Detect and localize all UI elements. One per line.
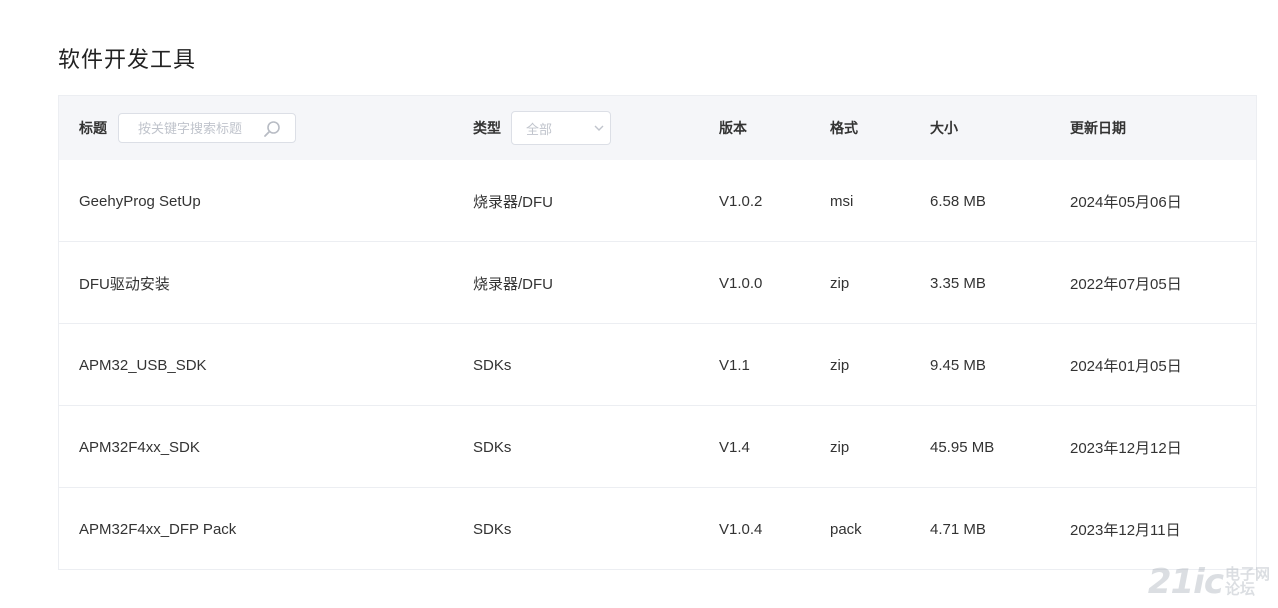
- row-version: V1.1: [719, 356, 750, 374]
- type-filter-select[interactable]: 全部: [511, 111, 611, 145]
- header-version: 版本: [719, 120, 747, 136]
- row-size: 4.71 MB: [930, 520, 986, 538]
- row-title[interactable]: DFU驱动安装: [79, 242, 170, 324]
- row-size: 3.35 MB: [930, 274, 986, 292]
- table-header: 标题 类型 全部 版本 格式 大小 更新日期: [59, 96, 1256, 160]
- watermark-logo: 21ic: [1147, 562, 1224, 602]
- row-type: SDKs: [473, 520, 512, 538]
- row-date: 2023年12月11日: [1070, 521, 1181, 539]
- row-type: 烧录器/DFU: [473, 193, 553, 211]
- row-date: 2024年05月06日: [1070, 193, 1182, 211]
- row-version: V1.0.4: [719, 520, 763, 538]
- watermark-text: 电子网 论坛: [1225, 567, 1270, 597]
- row-version: V1.0.0: [719, 274, 763, 292]
- row-format: zip: [830, 438, 850, 456]
- row-date: 2023年12月12日: [1070, 439, 1182, 457]
- watermark: 21ic 电子网 论坛: [1148, 562, 1270, 602]
- page-title: 软件开发工具: [58, 47, 197, 72]
- header-type-cell: 类型 全部: [473, 96, 611, 160]
- row-format: zip: [830, 356, 850, 374]
- search-box: [118, 113, 296, 143]
- chevron-down-icon: [594, 125, 604, 131]
- row-title[interactable]: APM32F4xx_DFP Pack: [79, 488, 236, 570]
- row-title[interactable]: APM32_USB_SDK: [79, 324, 207, 406]
- table-body: GeehyProg SetUp 烧录器/DFU V1.0.2 msi 6.58 …: [59, 160, 1256, 570]
- search-icon[interactable]: [263, 120, 281, 138]
- row-size: 9.45 MB: [930, 356, 986, 374]
- row-format: zip: [830, 274, 850, 292]
- row-format: msi: [830, 192, 854, 210]
- row-size: 6.58 MB: [930, 192, 986, 210]
- software-tools-table: 标题 类型 全部 版本 格式 大小 更新日期 GeehyPro: [58, 95, 1257, 570]
- row-title[interactable]: APM32F4xx_SDK: [79, 406, 200, 488]
- header-title-label: 标题: [79, 120, 107, 136]
- table-row[interactable]: APM32F4xx_SDK SDKs V1.4 zip 45.95 MB 202…: [59, 406, 1256, 488]
- row-version: V1.4: [719, 438, 750, 456]
- header-type-label: 类型: [473, 120, 501, 136]
- row-date: 2022年07月05日: [1070, 275, 1182, 293]
- header-title-cell: 标题: [79, 96, 296, 160]
- row-size: 45.95 MB: [930, 438, 995, 456]
- row-version: V1.0.2: [719, 192, 763, 210]
- search-input[interactable]: [138, 120, 268, 136]
- table-row[interactable]: APM32_USB_SDK SDKs V1.1 zip 9.45 MB 2024…: [59, 324, 1256, 406]
- watermark-line1: 电子网: [1224, 566, 1270, 583]
- table-row[interactable]: DFU驱动安装 烧录器/DFU V1.0.0 zip 3.35 MB 2022年…: [59, 242, 1256, 324]
- type-filter-value: 全部: [526, 121, 553, 137]
- row-date: 2024年01月05日: [1070, 357, 1182, 375]
- row-type: 烧录器/DFU: [473, 275, 553, 293]
- row-type: SDKs: [473, 356, 512, 374]
- row-format: pack: [830, 520, 862, 538]
- watermark-line2: 论坛: [1224, 581, 1255, 598]
- table-row[interactable]: APM32F4xx_DFP Pack SDKs V1.0.4 pack 4.71…: [59, 488, 1256, 570]
- header-date: 更新日期: [1070, 120, 1126, 136]
- header-size: 大小: [930, 120, 958, 136]
- row-type: SDKs: [473, 438, 512, 456]
- header-format: 格式: [830, 120, 858, 136]
- table-row[interactable]: GeehyProg SetUp 烧录器/DFU V1.0.2 msi 6.58 …: [59, 160, 1256, 242]
- row-title[interactable]: GeehyProg SetUp: [79, 160, 201, 242]
